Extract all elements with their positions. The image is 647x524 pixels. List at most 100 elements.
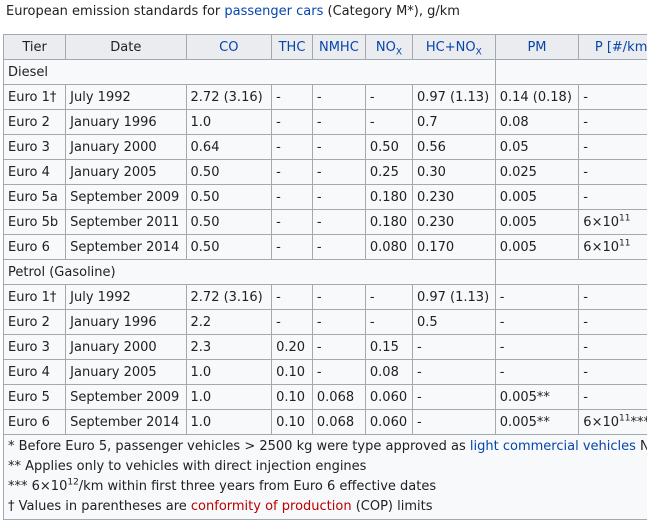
header-co[interactable]: CO: [185, 34, 273, 60]
note-1-n: N: [636, 439, 647, 454]
table-row: Euro 1† July 1992 2.72 (3.16) - - -0.97 (1.13…: [2, 84, 647, 110]
cell-nmhc: -: [311, 234, 366, 260]
cell-thc: 0.20: [271, 334, 313, 360]
cell-co: 1.0: [185, 409, 273, 435]
cell-nox: 0.060: [364, 409, 413, 435]
section-spacer: [494, 59, 647, 85]
cell-p: -: [578, 359, 647, 385]
cell-p: 6×1011***: [578, 409, 647, 435]
cell-thc: -: [271, 234, 313, 260]
passenger-cars-link[interactable]: passenger cars: [224, 4, 323, 19]
header-tier[interactable]: Tier: [2, 34, 67, 60]
cell-nmhc: -: [311, 359, 366, 385]
cell-nmhc: -: [311, 109, 366, 135]
cell-nmhc: 0.068: [311, 384, 366, 410]
cell-co: 0.50: [185, 184, 273, 210]
cell-tier: Euro 2: [2, 309, 67, 335]
cell-hcnox: 0.230: [411, 209, 496, 235]
header-p[interactable]: P [#/km]: [578, 34, 647, 60]
header-date[interactable]: Date: [65, 34, 187, 60]
cell-nox: -: [364, 284, 413, 310]
cell-thc: 0.10: [271, 384, 313, 410]
cell-hcnox: -: [411, 334, 496, 360]
header-hcnox[interactable]: HC+NOX: [411, 34, 496, 60]
cell-pm: 0.005: [494, 184, 580, 210]
section-spacer: [494, 259, 647, 285]
cell-co: 2.72 (3.16): [185, 84, 273, 110]
cell-nmhc: -: [311, 184, 366, 210]
note-4: † Values in parentheses are conformity o…: [8, 497, 647, 517]
cell-nmhc: -: [311, 334, 366, 360]
cell-thc: -: [271, 134, 313, 160]
section-row: Petrol (Gasoline): [3, 259, 647, 285]
light-commercial-vehicles-link[interactable]: light commercial vehicles: [470, 439, 636, 454]
cell-pm: 0.05: [494, 134, 580, 160]
header-nox-base: NO: [375, 39, 396, 55]
section-row: Diesel: [3, 59, 647, 85]
conformity-of-production-link[interactable]: conformity of production: [191, 499, 352, 514]
note-1: * Before Euro 5, passenger vehicles > 25…: [8, 437, 647, 457]
cell-thc: -: [271, 109, 313, 135]
cell-date: September 2014: [65, 234, 187, 260]
cell-date: July 1992: [65, 284, 187, 310]
table-caption: European emission standards for passenge…: [6, 2, 460, 24]
table-row: Euro 5b September 2011 0.50- -0.180 0.230 0.0…: [2, 209, 647, 235]
cell-tier: Euro 3: [2, 334, 67, 360]
cell-nmhc: -: [311, 309, 366, 335]
cell-p: -: [578, 384, 647, 410]
table-row: Euro 3 January 2000 0.64- -0.50 0.56 0.05-: [2, 134, 647, 160]
header-pm[interactable]: PM: [494, 34, 580, 60]
header-thc[interactable]: THC: [271, 34, 313, 60]
cell-co: 1.0: [185, 384, 273, 410]
note-1-text: * Before Euro 5, passenger vehicles > 25…: [8, 439, 470, 454]
cell-nox: 0.060: [364, 384, 413, 410]
note-2: ** Applies only to vehicles with direct …: [8, 459, 367, 474]
cell-pm: -: [494, 309, 580, 335]
cell-p: -: [578, 109, 647, 135]
cell-co: 2.3: [185, 334, 273, 360]
cell-date: July 1992: [65, 84, 187, 110]
cell-date: January 2005: [65, 159, 187, 185]
cell-co: 2.72 (3.16): [185, 284, 273, 310]
cell-nmhc: -: [311, 209, 366, 235]
cell-p: -: [578, 184, 647, 210]
cell-hcnox: -: [411, 359, 496, 385]
cell-p: -: [578, 284, 647, 310]
cell-nox: -: [364, 109, 413, 135]
cell-nox: 0.080: [364, 234, 413, 260]
cell-nmhc: 0.068: [311, 409, 366, 435]
cell-p: -: [578, 84, 647, 110]
cell-date: January 2000: [65, 334, 187, 360]
cell-date: January 1996: [65, 109, 187, 135]
cell-thc: 0.10: [271, 409, 313, 435]
cell-co: 1.0: [185, 359, 273, 385]
header-nox[interactable]: NOX: [364, 34, 413, 60]
cell-pm: 0.005: [494, 234, 580, 260]
cell-thc: -: [271, 309, 313, 335]
cell-hcnox: 0.230: [411, 184, 496, 210]
note-4-pre: † Values in parentheses are: [8, 499, 191, 514]
cell-thc: -: [271, 209, 313, 235]
table-row: Euro 4 January 2005 0.50- -0.25 0.30 0.025-: [2, 159, 647, 185]
cell-tier: Euro 5a: [2, 184, 67, 210]
cell-pm: 0.005: [494, 209, 580, 235]
cell-pm: 0.005**: [494, 384, 580, 410]
cell-hcnox: 0.56: [411, 134, 496, 160]
cell-co: 0.50: [185, 159, 273, 185]
cell-p: -: [578, 334, 647, 360]
cell-date: September 2009: [65, 184, 187, 210]
cell-nox: 0.180: [364, 209, 413, 235]
cell-pm: -: [494, 359, 580, 385]
cell-pm: 0.025: [494, 159, 580, 185]
notes-row: * Before Euro 5, passenger vehicles > 25…: [2, 434, 647, 520]
cell-thc: -: [271, 84, 313, 110]
header-nmhc[interactable]: NMHC: [311, 34, 366, 60]
cell-date: January 1996: [65, 309, 187, 335]
cell-nox: 0.25: [364, 159, 413, 185]
cell-pm: 0.005**: [494, 409, 580, 435]
table-row: Euro 1† July 1992 2.72 (3.16) - - -0.97 (1.13…: [2, 284, 647, 310]
cell-nmhc: -: [311, 134, 366, 160]
table-row: Euro 4 January 2005 1.0 0.10-0.08- - -: [2, 359, 647, 385]
cell-thc: 0.10: [271, 359, 313, 385]
cell-hcnox: -: [411, 409, 496, 435]
